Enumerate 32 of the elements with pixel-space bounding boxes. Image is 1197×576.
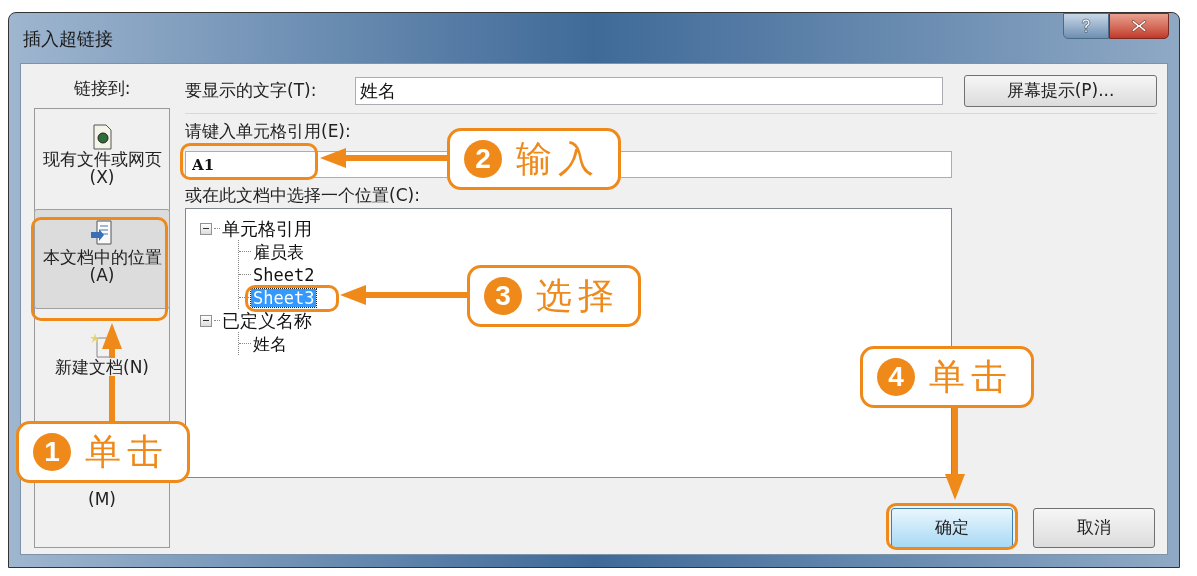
sidebar-label: 链接到: bbox=[72, 77, 132, 100]
step-number: 2 bbox=[464, 140, 502, 178]
step-number: 4 bbox=[877, 358, 915, 396]
tree-item[interactable]: 单元格引用 bbox=[222, 218, 312, 239]
window-title: 插入超链接 bbox=[23, 26, 113, 51]
help-button[interactable] bbox=[1063, 13, 1109, 39]
tree-item[interactable]: 姓名 bbox=[251, 334, 289, 353]
collapse-icon[interactable] bbox=[200, 314, 212, 327]
help-icon bbox=[1080, 18, 1092, 34]
tree-item[interactable]: 雇员表 bbox=[251, 242, 306, 261]
close-icon bbox=[1131, 19, 1147, 33]
sidebar-item[interactable]: 现有文件或网页(X) bbox=[37, 119, 167, 191]
callout-label: 单击 bbox=[85, 430, 169, 474]
field-label: 或在此文档中选择一个位置(C): bbox=[185, 186, 421, 204]
document-icon bbox=[91, 124, 113, 150]
collapse-icon[interactable] bbox=[200, 222, 212, 235]
field-label: 要显示的文字(T): bbox=[185, 79, 318, 103]
sidebar-item[interactable]: 本文档中的位置(A) bbox=[34, 209, 170, 309]
cancel-button[interactable]: 取消 bbox=[1033, 508, 1155, 548]
sidebar-item[interactable]: (M) bbox=[37, 485, 167, 513]
ok-button[interactable]: 确定 bbox=[891, 508, 1013, 548]
callout-label: 单击 bbox=[929, 355, 1013, 399]
screentip-button[interactable]: 屏幕提示(P)... bbox=[964, 75, 1157, 107]
tree-item[interactable]: Sheet2 bbox=[251, 265, 317, 284]
document-arrow-icon bbox=[89, 220, 115, 248]
text-field[interactable]: 姓名 bbox=[355, 77, 943, 105]
step-number: 1 bbox=[33, 433, 71, 471]
step-number: 3 bbox=[484, 277, 522, 315]
tree-item[interactable]: 已定义名称 bbox=[222, 310, 312, 331]
callout-label: 选择 bbox=[536, 274, 620, 318]
close-button[interactable] bbox=[1109, 13, 1169, 39]
field-label: 请键入单元格引用(E): bbox=[185, 121, 352, 141]
